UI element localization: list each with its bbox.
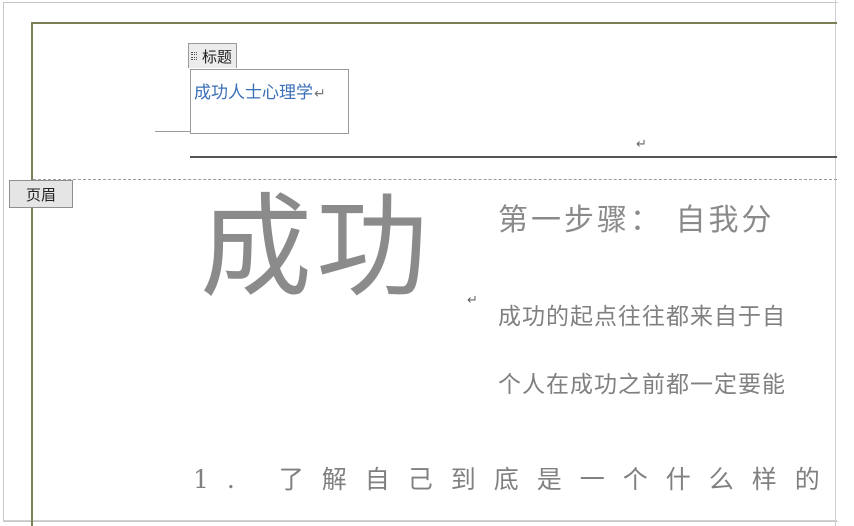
list-item-1[interactable]: 1. 了解自己到底是一个什么样的 <box>193 460 838 496</box>
paragraph-mark-icon: ↵ <box>636 137 647 152</box>
view-right-edge <box>835 0 836 526</box>
paragraph-mark-icon: ↵ <box>314 86 326 102</box>
title-value-wrap: 成功人士心理学↵ <box>194 78 326 103</box>
header-label-tab[interactable]: 页眉 <box>9 180 73 208</box>
title-content-control-tab[interactable]: 标题 <box>188 43 238 68</box>
title-content-control[interactable]: 成功人士心理学↵ <box>190 69 349 134</box>
body-line-2[interactable]: 个人在成功之前都一定要能 <box>498 365 786 399</box>
paragraph-mark-icon: ↵ <box>467 293 478 308</box>
drag-handle-icon[interactable] <box>191 52 199 60</box>
body-line-1[interactable]: 成功的起点往往都来自于自 <box>498 297 786 331</box>
title-control-label: 标题 <box>202 47 233 66</box>
document-editor-view: 标题 成功人士心理学↵ ↵ 页眉 成功 ↵ 第一步骤： 自我分 成功的起点往往都… <box>0 0 854 526</box>
page-top-border <box>31 22 837 24</box>
view-bottom-edge <box>3 520 837 521</box>
header-boundary-line <box>33 179 837 180</box>
big-title-text[interactable]: 成功 <box>200 192 432 304</box>
title-connector-line <box>155 131 190 132</box>
title-value[interactable]: 成功人士心理学 <box>194 83 313 103</box>
step-heading[interactable]: 第一步骤： 自我分 <box>498 195 775 239</box>
page-left-border <box>31 22 33 526</box>
header-underline-rule <box>190 156 837 158</box>
